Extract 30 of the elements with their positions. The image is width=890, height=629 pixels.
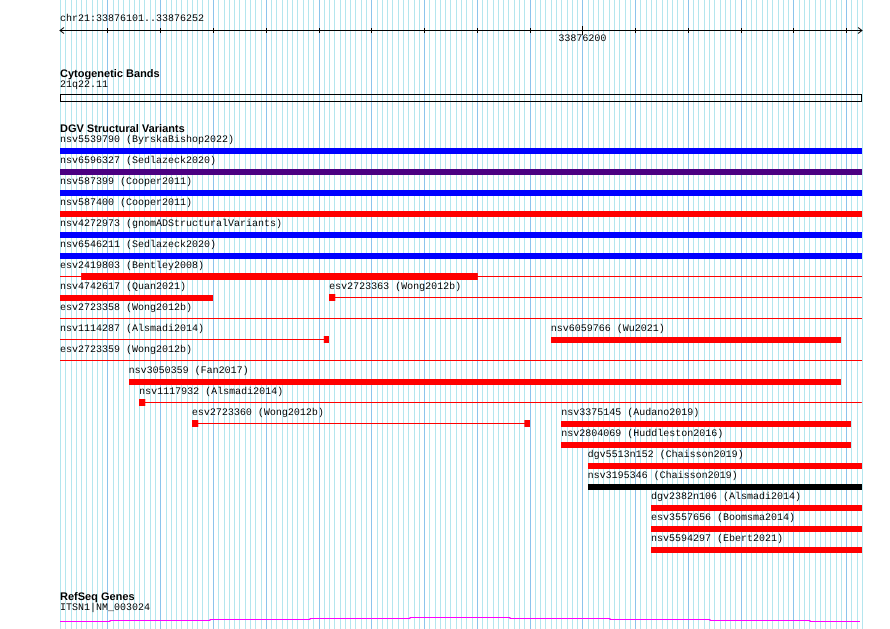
variant-label: nsv6059766 (Wu2021)	[550, 324, 665, 336]
region-label: chr21:33876101..33876252	[60, 14, 204, 26]
variant-label: nsv6546211 (Sedlazeck2020)	[60, 240, 216, 252]
variant-label: esv2419803 (Bentley2008)	[60, 261, 204, 273]
variant-label: esv2723359 (Wong2012b)	[60, 345, 192, 357]
variant-label: nsv6596327 (Sedlazeck2020)	[60, 156, 216, 168]
variant-label: esv2723363 (Wong2012b)	[329, 282, 462, 294]
variant-label: nsv2804069 (Huddleston2016)	[561, 429, 724, 441]
tick-label: 33876200	[558, 34, 606, 46]
variant-label: esv2723360 (Wong2012b)	[192, 408, 324, 420]
variant-label: dgv2382n106 (Alsmadi2014)	[650, 492, 801, 504]
variant-label: nsv4742617 (Quan2021)	[60, 282, 186, 294]
variant-label: nsv5539790 (ByrskaBishop2022)	[60, 135, 234, 147]
gene-label: ITSN1|NM_003024	[60, 603, 150, 615]
band-label: 21q22.11	[60, 80, 108, 92]
variant-label: nsv3050359 (Fan2017)	[128, 366, 249, 378]
track-title: RefSeq Genes	[60, 591, 135, 603]
variant-label: esv2723358 (Wong2012b)	[60, 303, 192, 315]
variant-label: nsv4272973 (gnomADStructuralVariants)	[60, 219, 282, 231]
variant-label: nsv587400 (Cooper2011)	[60, 198, 192, 210]
variant-label: nsv3375145 (Audano2019)	[561, 408, 700, 420]
variant-label: nsv3195346 (Chaisson2019)	[588, 471, 738, 483]
variant-label: nsv1114287 (Alsmadi2014)	[60, 324, 204, 336]
variant-label: dgv5513n152 (Chaisson2019)	[588, 450, 744, 462]
variant-label: nsv5594297 (Ebert2021)	[650, 534, 783, 546]
variant-label: nsv1117932 (Alsmadi2014)	[139, 387, 284, 399]
variant-label: esv3557656 (Boomsma2014)	[650, 513, 795, 525]
track-title: Cytogenetic Bands	[60, 68, 160, 80]
track-title: DGV Structural Variants	[60, 123, 185, 135]
variant-label: nsv587399 (Cooper2011)	[60, 177, 192, 189]
